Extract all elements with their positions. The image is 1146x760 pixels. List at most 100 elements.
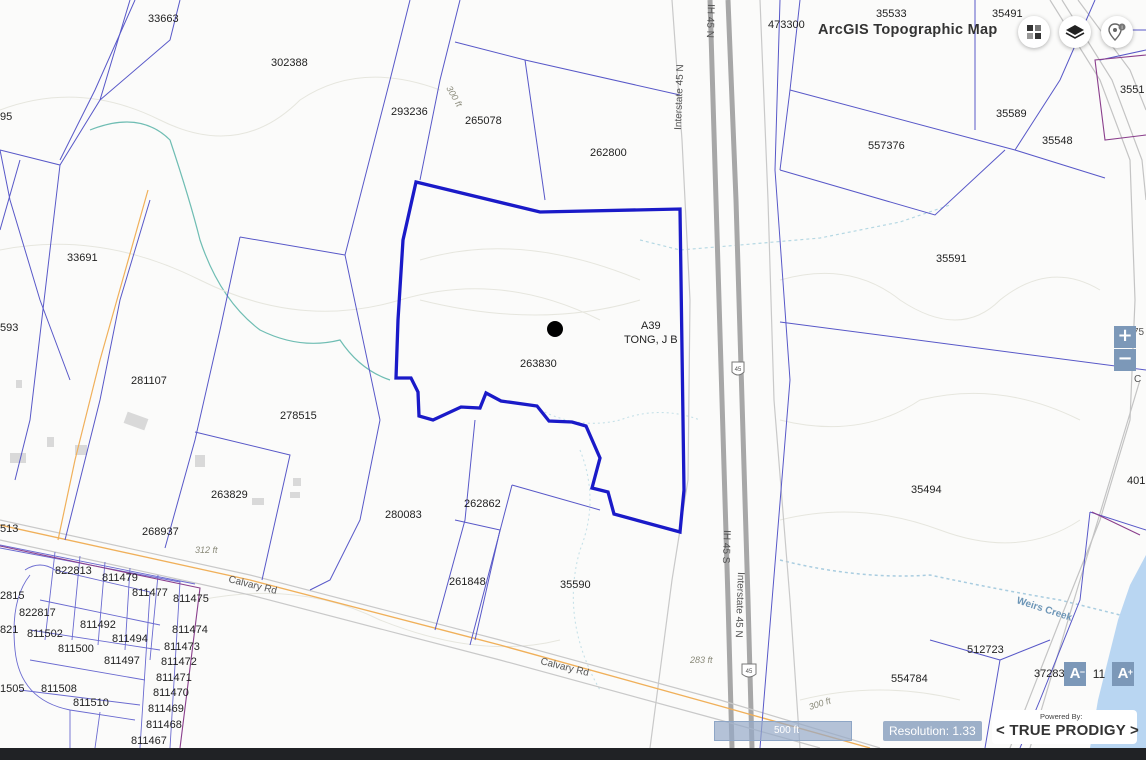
parcel-label: 35590 <box>560 579 591 591</box>
road-label-interstate45n-lower: Interstate 45 N <box>733 572 746 638</box>
layers-button[interactable] <box>1059 16 1091 48</box>
resolution-badge: Resolution: 1.33 <box>883 721 982 741</box>
road-label-ih45n: IH 45 N <box>704 4 716 38</box>
svg-text:i: i <box>1121 25 1122 31</box>
zoom-out-button[interactable]: − <box>1114 349 1136 371</box>
parcel-label: 512723 <box>967 644 1004 656</box>
parcel-label: 811497 <box>104 655 140 667</box>
parcel-label: 593 <box>0 322 18 334</box>
subject-owner-label: TONG, J B <box>624 334 678 346</box>
water-label-creek: Weirs Creek <box>1015 595 1074 623</box>
parcel-label: 557376 <box>868 140 905 152</box>
text-size-value: 11 <box>1092 667 1106 681</box>
contour-label-2: 312 ft <box>195 545 218 555</box>
parcel-label: 513 <box>0 523 18 535</box>
parcel-label: 263829 <box>211 489 248 501</box>
svg-text:45: 45 <box>735 367 742 373</box>
parcel-label: 302388 <box>271 57 308 69</box>
powered-by-box[interactable]: Powered By: < TRUE PRODIGY > <box>992 710 1139 744</box>
parcel-label: 822817 <box>19 607 56 619</box>
subject-marker[interactable] <box>547 321 563 337</box>
parcel-label: 811468 <box>146 719 182 731</box>
parcel-label: 3551 <box>1120 84 1144 96</box>
parcel-label: 268937 <box>142 526 179 538</box>
parcel-label: 35491 <box>992 8 1023 20</box>
parcel-label: 261848 <box>449 576 486 588</box>
subject-parcel-outline[interactable] <box>394 180 686 535</box>
map-canvas[interactable]: 45 45 IH 45 N Interstate 45 N IH 45 S In… <box>0 0 1146 749</box>
location-button[interactable]: i <box>1101 16 1133 48</box>
parcel-label: 811475 <box>173 593 209 605</box>
parcel-label: 280083 <box>385 509 422 521</box>
text-size-decrease-button[interactable]: A − <box>1064 662 1086 686</box>
map-svg: 45 45 IH 45 N Interstate 45 N IH 45 S In… <box>0 0 1146 749</box>
location-pin-icon: i <box>1108 23 1126 41</box>
parcel-label: 1505 <box>0 683 24 695</box>
road-label-right-short: C <box>1134 374 1141 385</box>
brand-logo-text: < TRUE PRODIGY > <box>996 722 1139 739</box>
zoom-in-button[interactable]: + <box>1114 326 1136 348</box>
contour-lines <box>0 76 1101 701</box>
scale-bar-label: 500 ft <box>773 725 799 736</box>
parcel-label: 811472 <box>161 656 197 668</box>
text-size-increase-button[interactable]: A + <box>1112 662 1134 686</box>
parcel-label: 35494 <box>911 484 942 496</box>
parcel-label: 811470 <box>153 687 189 699</box>
parcel-label: 37283 <box>1034 668 1065 680</box>
parcel-label: 811479 <box>102 572 138 584</box>
parcel-label: 33691 <box>67 252 98 264</box>
zoom-control: + − <box>1114 326 1136 372</box>
parcel-label: 811477 <box>132 587 168 599</box>
parcel-label: 263830 <box>520 358 557 370</box>
interstate-corridor <box>649 0 801 749</box>
grid-icon <box>1027 25 1041 39</box>
parcel-label: 822813 <box>55 565 92 577</box>
parcel-label: 811500 <box>58 643 94 655</box>
parcel-label: 35548 <box>1042 135 1073 147</box>
i45-shield-upper: 45 <box>731 361 745 376</box>
creek-line <box>779 559 1121 616</box>
parcel-label: 554784 <box>891 673 928 685</box>
parcel-label: 293236 <box>391 106 428 118</box>
parcel-label: 401 <box>1127 475 1145 487</box>
parcel-label: 95 <box>0 111 12 123</box>
parcel-label: 811469 <box>148 703 184 715</box>
parcel-label: 811492 <box>80 619 116 631</box>
parcel-label: 278515 <box>280 410 317 422</box>
road-label-interstate45n-upper: Interstate 45 N <box>673 64 686 130</box>
contour-label-1: 300 ft <box>444 84 464 109</box>
contour-label-3: 283 ft <box>689 655 713 665</box>
powered-by-label: Powered By: <box>1040 712 1083 721</box>
parcel-label: 35591 <box>936 253 967 265</box>
parcel-label: 821 <box>0 624 18 636</box>
parcel-label: 35533 <box>876 8 907 20</box>
parcel-label: 262800 <box>590 147 627 159</box>
parcel-label: 811508 <box>41 683 77 695</box>
parcel-labels: 33663 302388 293236 265078 262800 473300… <box>0 8 1145 747</box>
parcel-label: 473300 <box>768 19 805 31</box>
creek-line-3 <box>539 409 701 691</box>
parcel-label: 35589 <box>996 108 1027 120</box>
subject-abstract-label: A39 <box>641 320 661 332</box>
parcel-label: 811471 <box>156 672 192 684</box>
text-size-control: A − 11 A + <box>1064 662 1134 686</box>
orange-line-left <box>57 189 149 541</box>
basemap-title: ArcGIS Topographic Map <box>818 22 998 38</box>
parcel-label: 811494 <box>112 633 148 645</box>
layers-icon <box>1065 25 1085 39</box>
parcel-label: 811474 <box>172 624 208 636</box>
parcel-label: 281107 <box>131 375 167 387</box>
road-label-calvary-lower: Calvary Rd <box>539 656 590 679</box>
buildings <box>10 380 301 505</box>
parcel-label: 33663 <box>148 13 179 25</box>
basemap-gallery-button[interactable] <box>1018 16 1050 48</box>
parcel-label: 265078 <box>465 115 502 127</box>
parcel-label: 811473 <box>164 641 200 653</box>
parcel-label: 2815 <box>0 590 24 602</box>
parcel-label: 811510 <box>73 697 109 709</box>
road-label-ih45s: IH 45 S <box>720 530 732 564</box>
parcel-label: 811502 <box>27 628 63 640</box>
parcel-label: 262862 <box>464 498 501 510</box>
scale-bar: 500 ft <box>714 721 852 741</box>
parcel-label: 811467 <box>131 735 167 747</box>
